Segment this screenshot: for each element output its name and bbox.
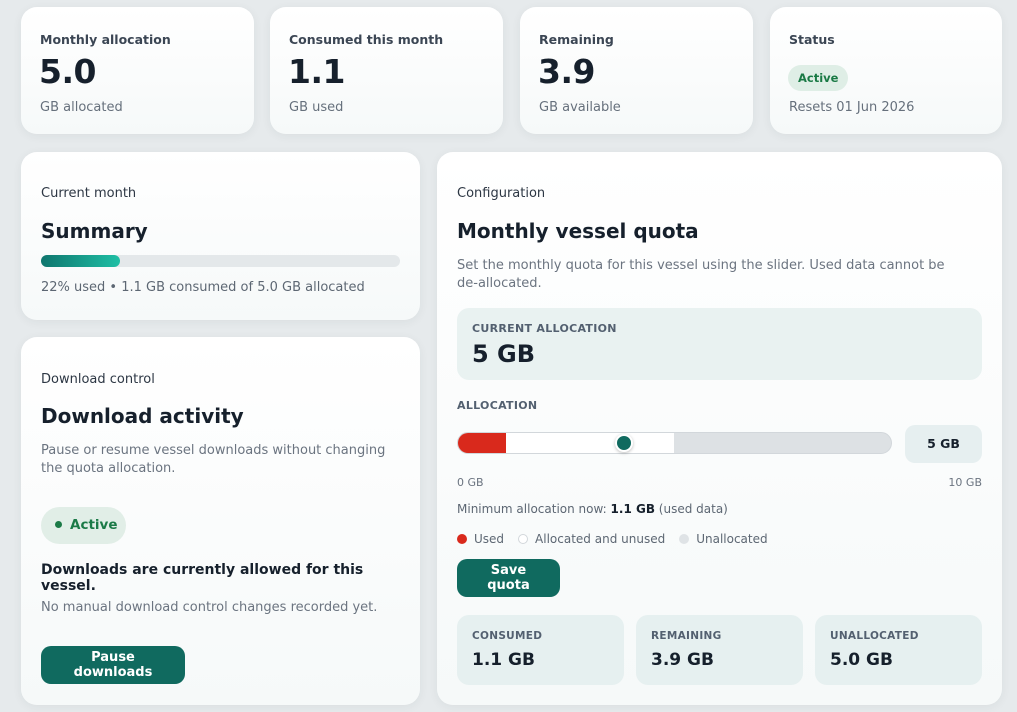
stat-sub: GB allocated [40, 100, 123, 115]
min-note-prefix: Minimum allocation now: [457, 502, 607, 516]
status-dot-icon [55, 520, 62, 528]
scale-max-label: 10 GB [948, 476, 982, 489]
mini-value: 5.0 GB [830, 650, 893, 670]
legend-item-allocated: Allocated and unused [518, 532, 665, 546]
mini-label: UNALLOCATED [830, 630, 919, 642]
unallocated-summary-box: UNALLOCATED 5.0 GB [815, 615, 982, 685]
allocation-slider[interactable] [457, 432, 892, 454]
legend-label: Used [474, 532, 505, 546]
mini-value: 3.9 GB [651, 650, 714, 670]
summary-eyebrow: Current month [41, 186, 137, 201]
reset-date: Resets 01 Jun 2026 [789, 100, 915, 115]
usage-progress-fill [41, 255, 120, 267]
legend-item-used: Used [457, 532, 504, 546]
download-status-pill: Active [41, 507, 126, 544]
stat-sub: GB available [539, 100, 621, 115]
save-quota-button[interactable]: Save quota [457, 559, 560, 597]
quota-configuration-card: Configuration Monthly vessel quota Set t… [437, 152, 1002, 705]
legend-label: Unallocated [696, 532, 768, 546]
scale-min-label: 0 GB [457, 476, 484, 489]
legend-unallocated-dot-icon [679, 534, 690, 544]
stat-card-monthly-allocation: Monthly allocation 5.0 GB allocated [21, 7, 254, 134]
summary-card: Current month Summary 22% used • 1.1 GB … [21, 152, 420, 320]
summary-text: 22% used • 1.1 GB consumed of 5.0 GB all… [41, 280, 365, 295]
slider-thumb[interactable] [615, 434, 633, 452]
mini-label: CONSUMED [472, 630, 543, 642]
consumed-summary-box: CONSUMED 1.1 GB [457, 615, 624, 685]
status-badge: Active [788, 65, 849, 91]
slider-used-segment [458, 433, 506, 453]
config-description: Set the monthly quota for this vessel us… [457, 258, 945, 291]
legend-label: Allocated and unused [535, 532, 666, 546]
config-title: Monthly vessel quota [457, 219, 699, 243]
current-allocation-label: CURRENT ALLOCATION [472, 322, 617, 335]
stat-value: 5.0 [39, 52, 96, 91]
allocation-value-chip: 5 GB [905, 425, 982, 463]
stat-card-status: Status Active Resets 01 Jun 2026 [770, 7, 1002, 134]
download-status-label: Active [70, 517, 118, 533]
summary-title: Summary [41, 219, 148, 243]
mini-label: REMAINING [651, 630, 722, 642]
stat-sub: GB used [289, 100, 344, 115]
download-title: Download activity [41, 404, 244, 428]
download-eyebrow: Download control [41, 372, 155, 387]
download-control-card: Download control Download activity Pause… [21, 337, 420, 705]
current-allocation-box: CURRENT ALLOCATION 5 GB [457, 308, 982, 380]
min-note-value: 1.1 GB [610, 502, 655, 516]
legend-item-unallocated: Unallocated [679, 532, 768, 546]
legend-allocated-dot-icon [518, 534, 529, 544]
remaining-summary-box: REMAINING 3.9 GB [636, 615, 803, 685]
stat-label: Consumed this month [289, 32, 444, 47]
slider-allocated-segment [505, 433, 675, 453]
slider-legend: Used Allocated and unused Unallocated [457, 532, 768, 546]
download-status-message: Downloads are currently allowed for this… [41, 562, 364, 594]
usage-progress-bar [41, 255, 400, 267]
stat-value: 1.1 [288, 52, 345, 91]
stat-card-remaining: Remaining 3.9 GB available [520, 7, 753, 134]
config-eyebrow: Configuration [457, 186, 546, 201]
allocation-section-label: ALLOCATION [457, 399, 538, 412]
current-allocation-value: 5 GB [472, 340, 536, 368]
minimum-allocation-note: Minimum allocation now: 1.1 GB (used dat… [457, 502, 728, 516]
stat-card-consumed: Consumed this month 1.1 GB used [270, 7, 503, 134]
legend-used-dot-icon [457, 534, 467, 544]
download-history-text: No manual download control changes recor… [41, 600, 378, 615]
min-note-suffix: (used data) [658, 502, 728, 516]
download-description: Pause or resume vessel downloads without… [41, 443, 386, 476]
stat-label: Remaining [539, 32, 614, 47]
mini-value: 1.1 GB [472, 650, 535, 670]
stat-label: Status [789, 32, 835, 47]
stat-label: Monthly allocation [40, 32, 171, 47]
stat-value: 3.9 [538, 52, 595, 91]
pause-downloads-button[interactable]: Pause downloads [41, 646, 185, 684]
